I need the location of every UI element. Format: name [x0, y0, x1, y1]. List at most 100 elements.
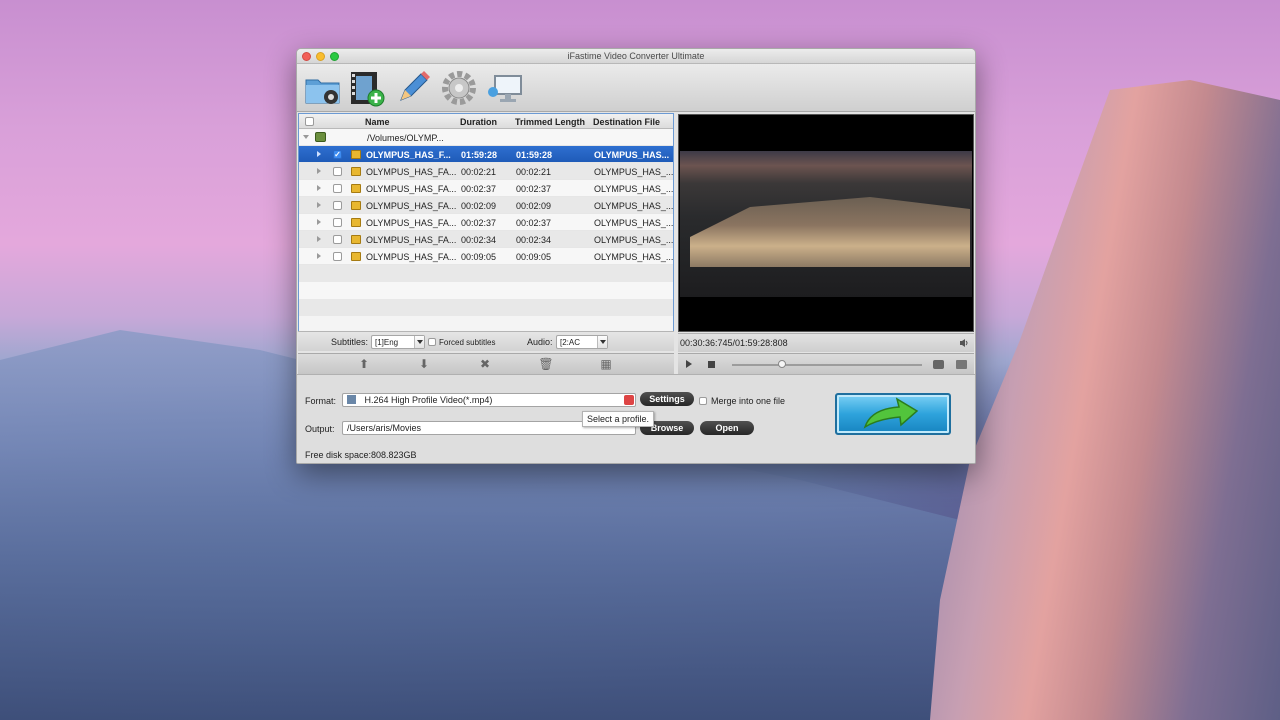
- file-name: OLYMPUS_HAS_FA...: [366, 184, 457, 194]
- file-trimmed: 00:02:37: [516, 218, 552, 228]
- video-file-icon: [351, 150, 361, 159]
- table-row[interactable]: ✓ OLYMPUS_HAS_F... 01:59:28 01:59:28 OLY…: [299, 146, 673, 163]
- settings-toolbar-button[interactable]: [439, 68, 479, 108]
- main-panes: Name Duration Trimmed Length Destination…: [297, 113, 975, 374]
- convert-arrow-icon: [863, 397, 919, 429]
- convert-button[interactable]: [835, 393, 951, 435]
- subtitles-select[interactable]: [1]Eng: [371, 335, 425, 349]
- file-trimmed: 00:09:05: [516, 252, 552, 262]
- expand-arrow-icon[interactable]: [317, 202, 321, 208]
- column-name[interactable]: Name: [365, 117, 390, 127]
- open-folder-icon[interactable]: [956, 360, 967, 369]
- table-row[interactable]: OLYMPUS_HAS_FA... 00:09:05 00:09:05 OLYM…: [299, 248, 673, 265]
- table-row[interactable]: OLYMPUS_HAS_FA... 00:02:37 00:02:37 OLYM…: [299, 180, 673, 197]
- add-folder-button[interactable]: [303, 68, 343, 108]
- settings-button[interactable]: Settings: [640, 392, 694, 406]
- subtitles-value: [1]Eng: [375, 338, 399, 347]
- audio-select[interactable]: [2:AC: [556, 335, 608, 349]
- file-name: OLYMPUS_HAS_FA...: [366, 218, 457, 228]
- row-checkbox[interactable]: [333, 235, 342, 244]
- file-list[interactable]: Name Duration Trimmed Length Destination…: [298, 113, 674, 351]
- file-duration: 00:02:34: [461, 235, 497, 245]
- delete-button[interactable]: 🗑: [538, 357, 554, 371]
- merge-checkbox[interactable]: [699, 397, 707, 405]
- move-up-button[interactable]: ⬆: [356, 357, 372, 371]
- stop-icon[interactable]: [708, 361, 715, 368]
- select-all-checkbox[interactable]: [305, 117, 314, 126]
- playback-controls: [678, 353, 974, 374]
- subtitles-label: Subtitles:: [331, 337, 369, 347]
- volume-icon[interactable]: [959, 338, 969, 348]
- format-profile-icon: [347, 395, 356, 404]
- play-icon[interactable]: [686, 360, 692, 368]
- table-row[interactable]: OLYMPUS_HAS_FA... 00:02:09 00:02:09 OLYM…: [299, 197, 673, 214]
- table-row[interactable]: OLYMPUS_HAS_FA... 00:02:37 00:02:37 OLYM…: [299, 214, 673, 231]
- forced-subtitles-label: Forced subtitles: [439, 338, 496, 347]
- row-checkbox[interactable]: ✓: [333, 150, 342, 159]
- title-bar[interactable]: iFastime Video Converter Ultimate: [297, 49, 975, 64]
- format-select[interactable]: H.264 High Profile Video(*.mp4): [342, 393, 636, 407]
- expand-arrow-icon[interactable]: [317, 185, 321, 191]
- empty-row: [299, 265, 673, 282]
- merge-button[interactable]: ▦: [598, 357, 614, 371]
- add-video-button[interactable]: [347, 68, 387, 108]
- expand-arrow-icon[interactable]: [317, 151, 321, 157]
- collapse-arrow-icon[interactable]: [303, 135, 309, 139]
- forced-subtitles-checkbox[interactable]: [428, 338, 436, 346]
- edit-button[interactable]: [393, 68, 433, 108]
- file-trimmed: 00:02:34: [516, 235, 552, 245]
- file-destination: OLYMPUS_HAS_...: [594, 252, 674, 262]
- column-duration[interactable]: Duration: [460, 117, 497, 127]
- row-checkbox[interactable]: [333, 184, 342, 193]
- window-title: iFastime Video Converter Ultimate: [567, 51, 705, 61]
- snapshot-camera-icon[interactable]: [933, 360, 944, 369]
- folder-row[interactable]: /Volumes/OLYMP...: [299, 129, 673, 146]
- file-name: OLYMPUS_HAS_FA...: [366, 201, 457, 211]
- column-destination[interactable]: Destination File: [593, 117, 660, 127]
- chevron-down-icon: [414, 336, 424, 348]
- seek-slider-handle[interactable]: [778, 360, 786, 368]
- remove-button[interactable]: ✖: [477, 357, 493, 371]
- video-file-icon: [351, 167, 361, 176]
- row-checkbox[interactable]: [333, 167, 342, 176]
- row-checkbox[interactable]: [333, 201, 342, 210]
- expand-arrow-icon[interactable]: [317, 168, 321, 174]
- file-name: OLYMPUS_HAS_F...: [366, 150, 451, 160]
- column-trimmed-length[interactable]: Trimmed Length: [515, 117, 585, 127]
- file-duration: 00:02:37: [461, 218, 497, 228]
- seek-track[interactable]: [732, 364, 922, 366]
- folder-path: /Volumes/OLYMP...: [367, 133, 444, 143]
- move-down-icon: ⬇: [418, 357, 430, 371]
- expand-arrow-icon[interactable]: [317, 253, 321, 259]
- row-checkbox[interactable]: [333, 218, 342, 227]
- list-action-bar: ⬆ ⬇ ✖ 🗑 ▦: [298, 353, 674, 374]
- expand-arrow-icon[interactable]: [317, 219, 321, 225]
- file-duration: 00:09:05: [461, 252, 497, 262]
- file-destination: OLYMPUS_HAS...: [594, 150, 670, 160]
- remove-icon: ✖: [479, 357, 491, 371]
- format-label: Format:: [305, 396, 337, 406]
- chevron-down-icon: [597, 336, 607, 348]
- drive-icon: [315, 132, 326, 142]
- output-settings-panel: Format: H.264 High Profile Video(*.mp4) …: [297, 374, 975, 463]
- file-trimmed: 00:02:09: [516, 201, 552, 211]
- video-preview[interactable]: [678, 114, 974, 332]
- expand-arrow-icon[interactable]: [317, 236, 321, 242]
- format-tooltip: Select a profile.: [582, 411, 655, 427]
- device-button[interactable]: [485, 68, 525, 108]
- file-destination: OLYMPUS_HAS_...: [594, 235, 674, 245]
- row-checkbox[interactable]: [333, 252, 342, 261]
- monitor-icon: [488, 75, 522, 102]
- merge-icon: ▦: [600, 357, 612, 371]
- edit-pencil-icon: [400, 71, 430, 101]
- move-down-button[interactable]: ⬇: [416, 357, 432, 371]
- open-button[interactable]: Open: [700, 421, 754, 435]
- file-name: OLYMPUS_HAS_FA...: [366, 235, 457, 245]
- file-destination: OLYMPUS_HAS_...: [594, 201, 674, 211]
- table-row[interactable]: OLYMPUS_HAS_FA... 00:02:21 00:02:21 OLYM…: [299, 163, 673, 180]
- table-row[interactable]: OLYMPUS_HAS_FA... 00:02:34 00:02:34 OLYM…: [299, 231, 673, 248]
- audio-label: Audio:: [527, 337, 553, 347]
- file-trimmed: 00:02:37: [516, 184, 552, 194]
- free-disk-space: Free disk space:808.823GB: [305, 450, 417, 460]
- video-file-icon: [351, 252, 361, 261]
